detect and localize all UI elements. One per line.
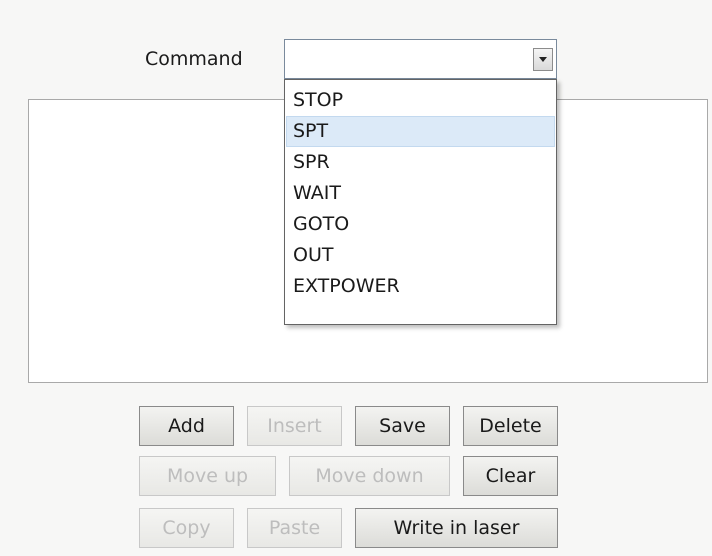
dropdown-option-spr[interactable]: SPR bbox=[286, 147, 555, 178]
move-up-button[interactable]: Move up bbox=[139, 456, 276, 496]
dropdown-option-stop[interactable]: STOP bbox=[286, 85, 555, 116]
write-in-laser-button[interactable]: Write in laser bbox=[355, 508, 558, 548]
dropdown-toggle-button[interactable] bbox=[533, 48, 553, 71]
insert-button[interactable]: Insert bbox=[247, 406, 342, 446]
dropdown-option-out[interactable]: OUT bbox=[286, 240, 555, 271]
chevron-down-icon bbox=[539, 57, 547, 62]
add-button[interactable]: Add bbox=[139, 406, 234, 446]
move-down-button[interactable]: Move down bbox=[289, 456, 450, 496]
clear-button[interactable]: Clear bbox=[463, 456, 558, 496]
dropdown-option-spt[interactable]: SPT bbox=[286, 116, 555, 147]
dropdown-option-extpower[interactable]: EXTPOWER bbox=[286, 271, 555, 302]
dropdown-option-wait[interactable]: WAIT bbox=[286, 178, 555, 209]
delete-button[interactable]: Delete bbox=[463, 406, 558, 446]
command-label: Command bbox=[145, 48, 243, 70]
save-button[interactable]: Save bbox=[355, 406, 450, 446]
dropdown-option-goto[interactable]: GOTO bbox=[286, 209, 555, 240]
paste-button[interactable]: Paste bbox=[247, 508, 342, 548]
command-combobox[interactable] bbox=[284, 39, 557, 79]
command-dropdown-list[interactable]: STOP SPT SPR WAIT GOTO OUT EXTPOWER bbox=[284, 79, 557, 325]
copy-button[interactable]: Copy bbox=[139, 508, 234, 548]
